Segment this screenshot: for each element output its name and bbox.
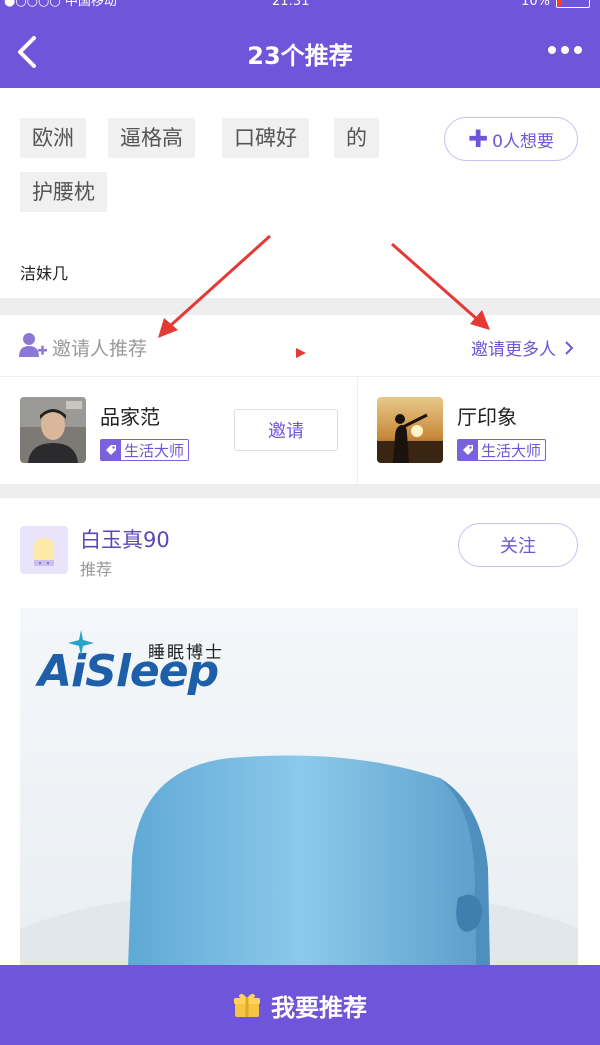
add-user-icon: [19, 333, 47, 357]
more-options-icon[interactable]: [548, 40, 586, 60]
user-avatar: [377, 397, 443, 463]
recommend-button[interactable]: 我要推荐: [0, 965, 600, 1045]
product-image[interactable]: AiSleep 睡眠博士: [20, 608, 578, 968]
recommender-subtitle: 推荐: [80, 560, 113, 579]
tag-chip: 护腰枕: [20, 172, 107, 212]
battery-indicator: 10%: [521, 0, 590, 8]
want-count-label: 0人想要: [492, 131, 554, 152]
user-avatar[interactable]: [20, 526, 68, 574]
tag-chip: 口碑好: [222, 118, 309, 158]
tag-chip: 逼格高: [108, 118, 195, 158]
badge-label: 生活大师: [124, 441, 185, 460]
recommender-name[interactable]: 白玉真90: [80, 524, 170, 554]
status-bar: ●○○○○ 中国移动 21:31 10%: [0, 0, 600, 14]
invite-more-label: 邀请更多人: [471, 340, 556, 360]
plus-icon: ✚: [468, 125, 489, 153]
gift-icon: [234, 993, 260, 1017]
follow-button[interactable]: 关注: [458, 523, 578, 567]
want-button[interactable]: ✚ 0人想要: [444, 117, 578, 161]
invite-section-header: 邀请人推荐 邀请更多人: [0, 315, 600, 375]
author-name: 洁妹几: [20, 264, 69, 283]
status-badge: 生活大师: [457, 439, 547, 461]
section-divider: [0, 298, 600, 315]
nav-bar: 23个推荐: [0, 14, 600, 88]
status-badge: 生活大师: [100, 439, 190, 461]
card-divider: [357, 376, 358, 484]
battery-percent: 10%: [521, 0, 550, 9]
invite-user-card: 厅印象 生活大师: [357, 377, 600, 485]
carrier-label: ●○○○○ 中国移动: [4, 0, 117, 9]
recommend-button-label: 我要推荐: [271, 993, 367, 1022]
page-title: 23个推荐: [247, 42, 353, 70]
section-divider: [0, 484, 600, 498]
tag-icon: [458, 440, 478, 460]
battery-icon: [556, 0, 590, 8]
user-name: 厅印象: [457, 405, 517, 429]
badge-label: 生活大师: [481, 441, 542, 460]
tag-chip: 的: [334, 118, 379, 158]
invite-more-link[interactable]: 邀请更多人: [471, 335, 574, 360]
invite-user-card: 品家范 生活大师 邀请: [0, 377, 357, 485]
recommender-row: 白玉真90 推荐 关注: [0, 500, 600, 600]
invite-section-label: 邀请人推荐: [52, 338, 148, 360]
invite-button[interactable]: 邀请: [234, 409, 338, 451]
user-name: 品家范: [100, 405, 160, 429]
user-avatar: [20, 397, 86, 463]
tag-icon: [101, 440, 121, 460]
clock: 21:31: [272, 0, 310, 9]
tag-chip: 欧洲: [20, 118, 86, 158]
invite-user-list: 品家范 生活大师 邀请 厅印象 生活大师: [0, 376, 600, 484]
pillow-illustration: [20, 755, 578, 968]
chevron-right-icon: [565, 340, 574, 355]
annotation-marker: [296, 348, 306, 358]
